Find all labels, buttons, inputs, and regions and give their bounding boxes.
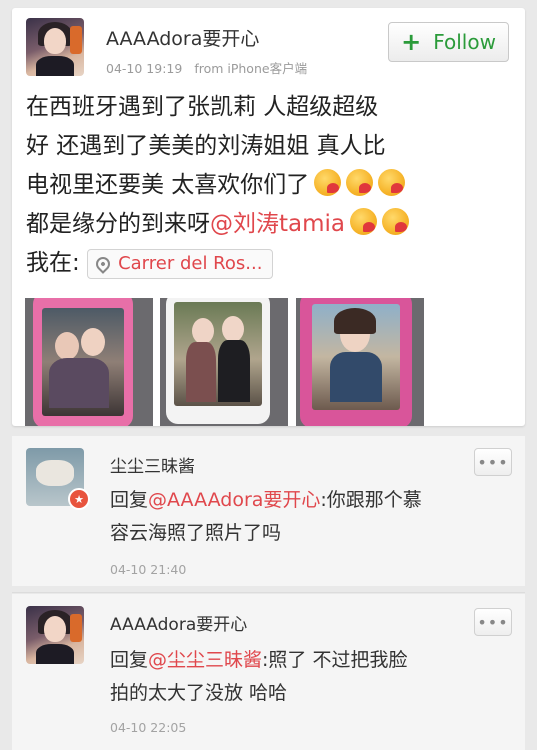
mention-link[interactable]: @AAAAdora要开心 <box>148 489 320 511</box>
post-meta: 04-10 19:19 from iPhone客户端 <box>106 58 307 77</box>
location-prefix: 我在: <box>26 250 80 276</box>
comment-time: 04-10 21:40 <box>110 562 187 577</box>
post-source: from iPhone客户端 <box>194 61 308 76</box>
post-photo[interactable] <box>160 298 288 426</box>
emoji-icon <box>378 169 406 196</box>
comment-author[interactable]: 尘尘三昧酱 <box>110 452 195 477</box>
post-text: 在西班牙遇到了张凯莉 人超级超级 好 还遇到了美美的刘涛姐姐 真人比 电视里还要… <box>26 88 514 283</box>
author-avatar[interactable] <box>26 18 84 76</box>
commenter-avatar[interactable] <box>26 606 84 664</box>
emoji-icon <box>314 169 342 196</box>
post-date: 04-10 19:19 <box>106 61 183 76</box>
post-photo[interactable] <box>25 298 153 426</box>
more-icon[interactable]: ••• <box>474 448 512 476</box>
post-text-line: 电视里还要美 太喜欢你们了 <box>26 166 514 205</box>
post-location-line: 我在: Carrer del Ros... <box>26 244 514 283</box>
emoji-icon <box>382 208 410 235</box>
comment-text: 回复@尘尘三昧酱:照了 不过把我脸 拍的太大了没放 哈哈 <box>110 649 408 704</box>
follow-label: Follow <box>433 30 496 54</box>
plus-icon: + <box>401 28 422 56</box>
post-text-line: 都是缘分的到来呀@刘涛tamia <box>26 205 514 244</box>
mention-link[interactable]: @尘尘三昧酱 <box>148 649 262 671</box>
emoji-icon <box>346 169 374 196</box>
comment-time: 04-10 22:05 <box>110 720 187 735</box>
post-text-line: 好 还遇到了美美的刘涛姐姐 真人比 <box>26 133 386 159</box>
emoji-icon <box>350 208 378 235</box>
mention-link[interactable]: @刘涛tamia <box>210 211 345 237</box>
post-photo[interactable] <box>296 298 424 426</box>
comment-text: 回复@AAAAdora要开心:你跟那个慕 容云海照了照片了吗 <box>110 489 422 544</box>
location-pin-icon <box>93 253 113 274</box>
verified-badge-icon: ★ <box>68 488 90 510</box>
follow-button[interactable]: + Follow <box>388 22 509 62</box>
post-text-line: 在西班牙遇到了张凯莉 人超级超级 <box>26 94 379 120</box>
more-icon[interactable]: ••• <box>474 608 512 636</box>
comment-author[interactable]: AAAAdora要开心 <box>110 610 247 635</box>
location-text: Carrer del Ros... <box>118 253 263 274</box>
author-name[interactable]: AAAAdora要开心 <box>106 24 259 51</box>
location-tag[interactable]: Carrer del Ros... <box>87 248 274 279</box>
divider <box>12 592 525 593</box>
